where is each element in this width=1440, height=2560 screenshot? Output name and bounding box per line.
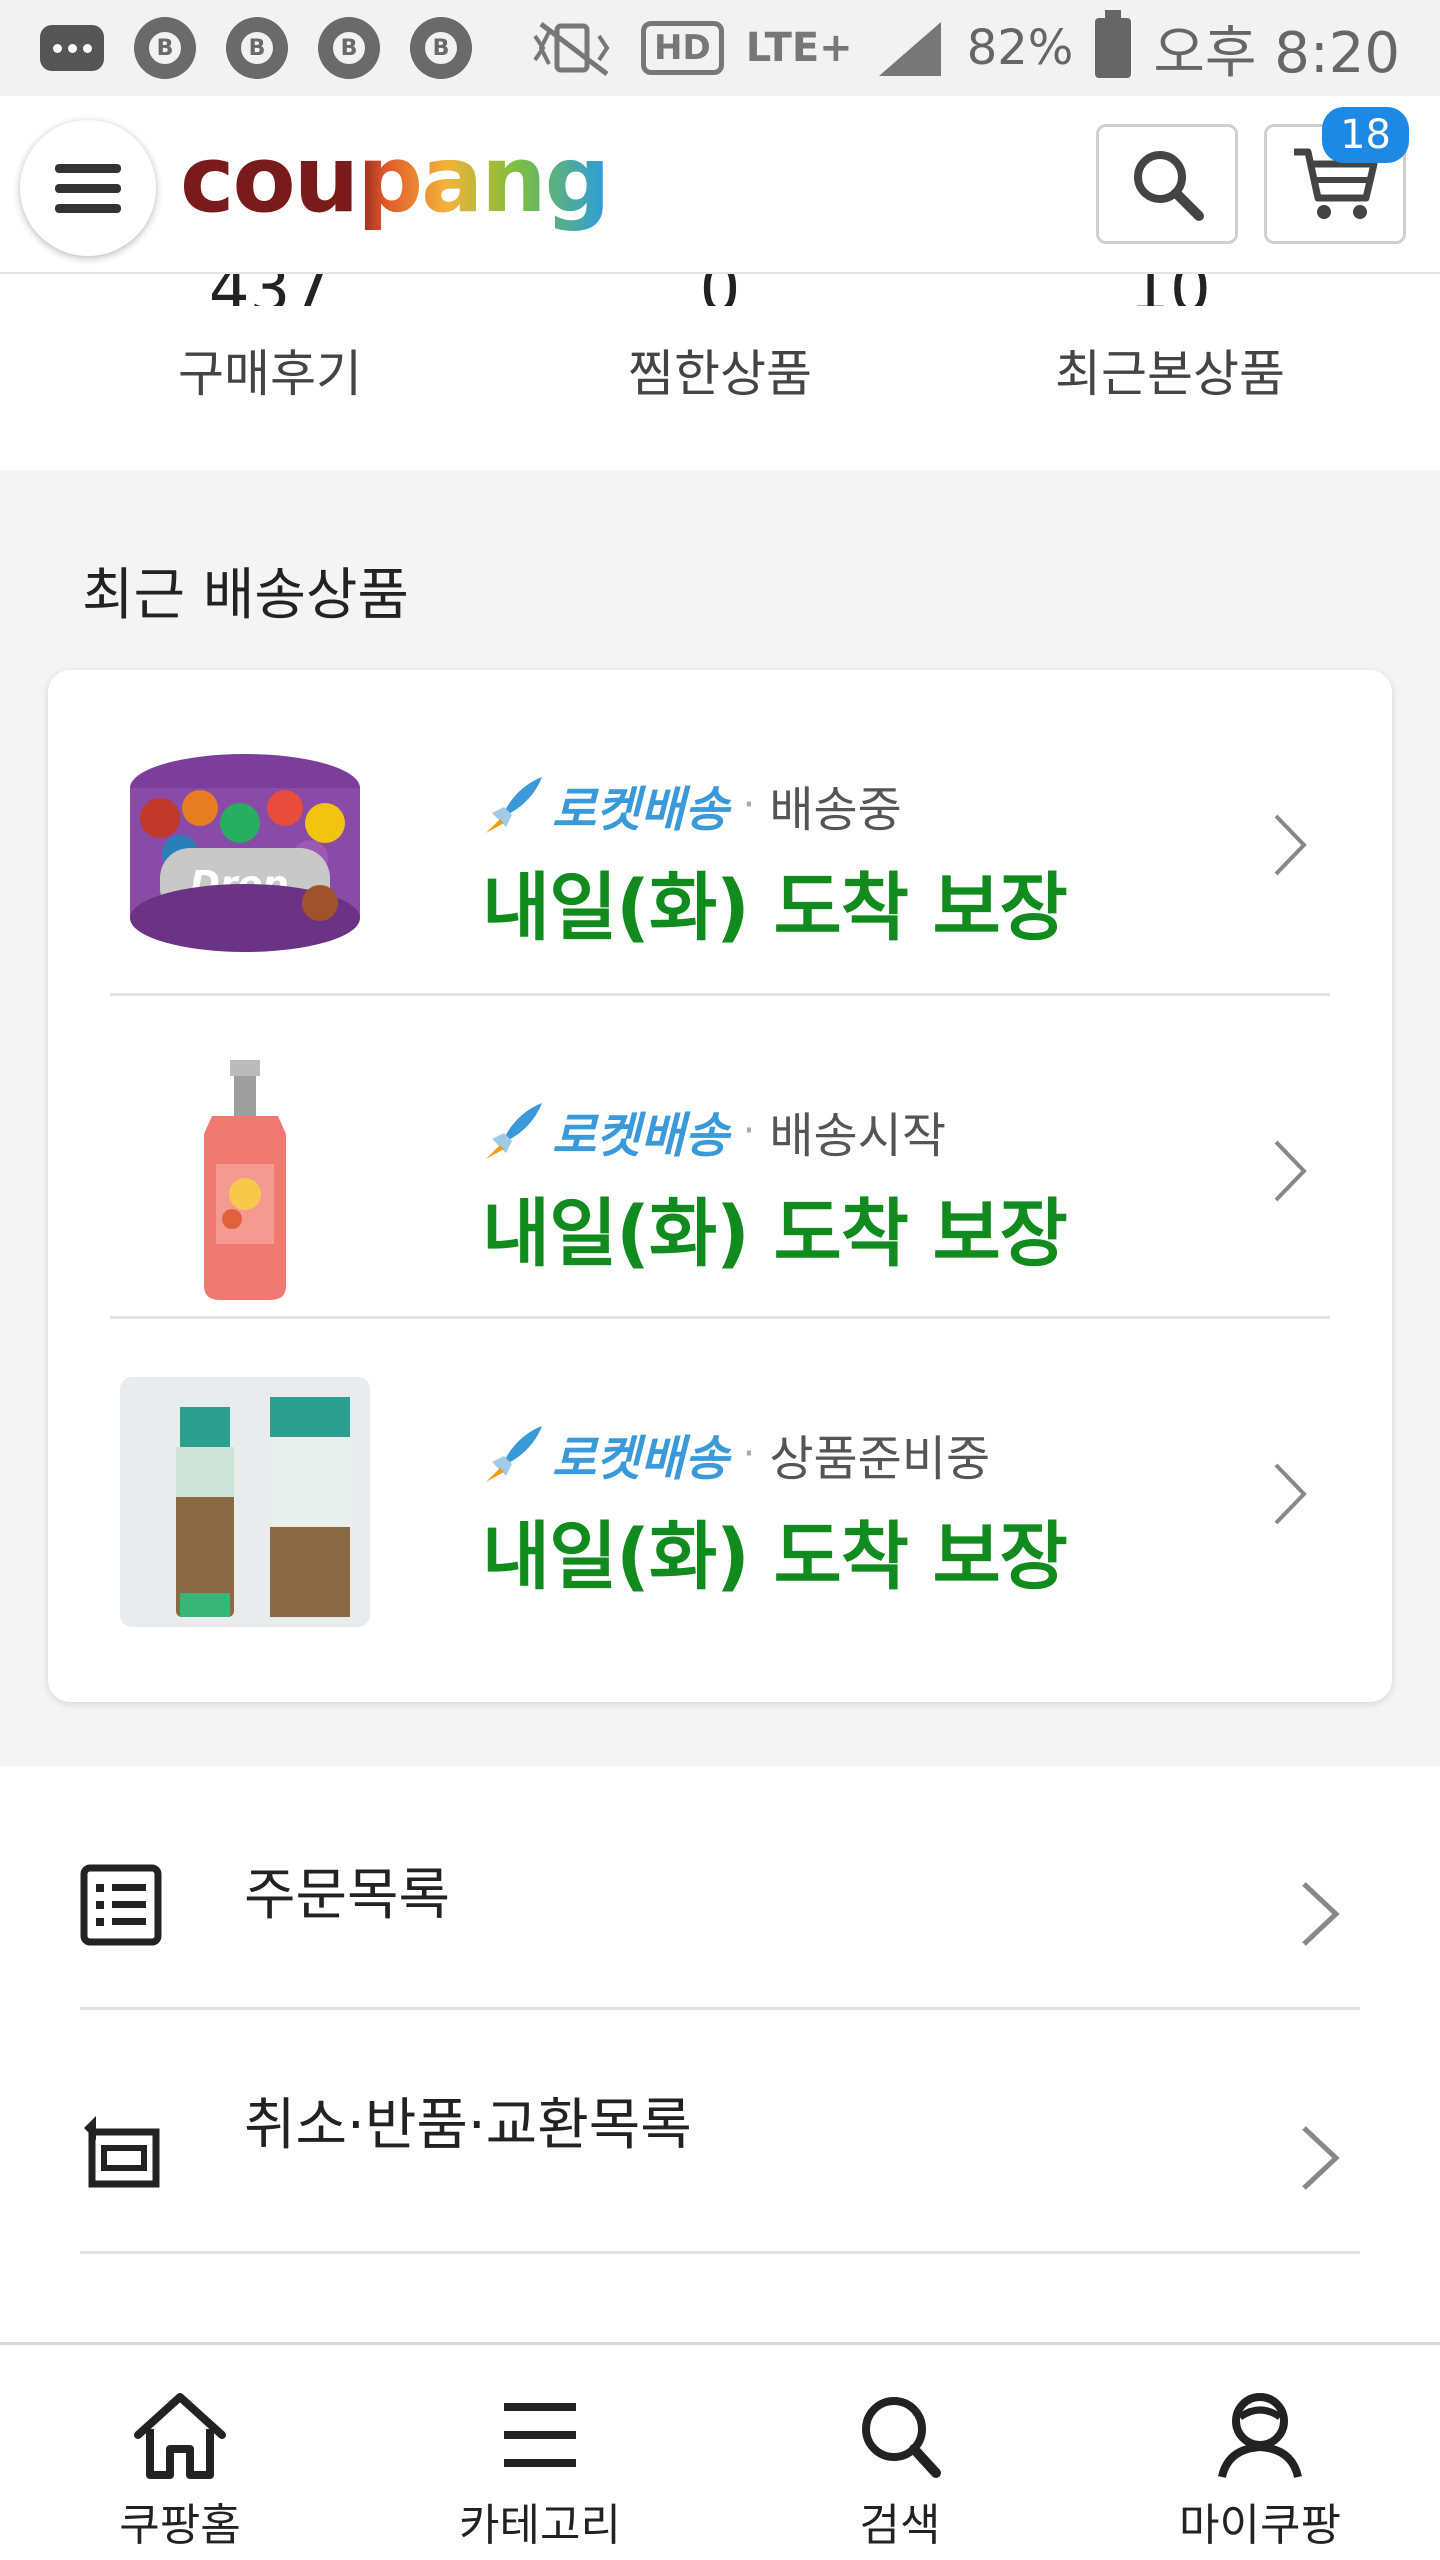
- menu-button[interactable]: [20, 120, 156, 256]
- stat-recently-viewed[interactable]: 10 최근본상품: [930, 274, 1410, 406]
- shipping-status: 배송시작: [769, 1108, 946, 1164]
- b-notification-icon: B: [410, 17, 472, 79]
- clock: 오후 8:20: [1153, 20, 1400, 86]
- rocket-icon: [486, 1103, 542, 1159]
- stat-reviews[interactable]: 437 구매후기: [30, 274, 510, 406]
- rocket-icon: [486, 1426, 542, 1482]
- hamburger-icon: [504, 2403, 576, 2467]
- nav-mycoupang[interactable]: 마이쿠팡: [1080, 2345, 1440, 2560]
- arrival-guarantee: 내일(화) 도착 보장: [482, 865, 1068, 951]
- app-header: coupang 18: [0, 96, 1440, 274]
- chevron-right-icon: [1274, 1140, 1307, 1202]
- stat-label: 찜한상품: [628, 345, 812, 403]
- coupang-logo[interactable]: coupang: [180, 134, 611, 226]
- nav-home[interactable]: 쿠팡홈: [0, 2345, 360, 2560]
- cream-tube-image: [120, 1377, 370, 1627]
- perfume-bottle-image: [120, 1054, 370, 1304]
- nav-label: 쿠팡홈: [119, 2500, 241, 2551]
- rocket-delivery-label: 로켓배송: [552, 1108, 729, 1164]
- status-bar: B B B B HD LTE+ 82% 오후 8:20: [0, 0, 1440, 96]
- b-notification-icon: B: [226, 17, 288, 79]
- search-button[interactable]: [1096, 124, 1238, 244]
- stat-label: 최근본상품: [1055, 345, 1285, 403]
- arrival-guarantee: 내일(화) 도착 보장: [482, 1514, 1068, 1600]
- stat-wishlist[interactable]: 0 찜한상품: [480, 274, 960, 406]
- b-notification-icon: B: [318, 17, 380, 79]
- stat-value: 0: [480, 274, 960, 306]
- hamburger-icon: [55, 163, 121, 173]
- b-notification-icon: B: [134, 17, 196, 79]
- list-icon: [80, 1864, 162, 1946]
- delivery-item[interactable]: 로켓배송 · 상품준비중 내일(화) 도착 보장: [110, 1316, 1330, 1639]
- shipping-status: 상품준비중: [769, 1431, 991, 1487]
- menu-item-orders[interactable]: 주문목록: [80, 1766, 1360, 2010]
- user-icon: [1218, 2393, 1302, 2479]
- home-icon: [134, 2393, 226, 2479]
- cart-count-badge: 18: [1322, 107, 1409, 163]
- stat-value: 10: [930, 274, 1410, 306]
- rocket-delivery-label: 로켓배송: [552, 1431, 729, 1487]
- nav-label: 검색: [859, 2500, 941, 2551]
- chevron-right-icon: [1302, 1882, 1340, 1946]
- activity-stats: 437 구매후기 0 찜한상품 10 최근본상품: [0, 274, 1440, 470]
- hd-voice-icon: HD: [641, 21, 724, 75]
- search-icon: [1134, 151, 1204, 221]
- battery-percent: 82%: [966, 20, 1074, 76]
- section-title: 최근 배송상품: [82, 563, 409, 628]
- return-box-icon: [84, 2116, 160, 2188]
- signal-icon: [878, 22, 941, 76]
- shipping-status: 배송중: [769, 782, 902, 838]
- chevron-right-icon: [1274, 814, 1307, 876]
- network-type: LTE+: [745, 25, 853, 71]
- delivery-status-line: 로켓배송 · 배송중: [482, 770, 902, 840]
- bottom-navigation: 쿠팡홈 카테고리 검색 마이쿠팡: [0, 2342, 1440, 2560]
- search-icon: [862, 2397, 941, 2478]
- vibrate-mute-icon: [533, 22, 610, 76]
- stat-value: 437: [30, 274, 510, 306]
- rocket-delivery-label: 로켓배송: [552, 782, 729, 838]
- delivery-status-line: 로켓배송 · 상품준비중: [482, 1419, 990, 1489]
- chevron-right-icon: [1274, 1463, 1307, 1525]
- logo-text: coupang: [180, 126, 611, 233]
- recent-delivery-section: 최근 배송상품 Drop: [0, 470, 1440, 1766]
- nav-category[interactable]: 카테고리: [360, 2345, 720, 2560]
- nav-label: 마이쿠팡: [1179, 2500, 1341, 2551]
- delivery-card: Drop 로켓배송 · 배송중 내일(화) 도착 보장: [48, 670, 1392, 1702]
- menu-item-returns[interactable]: 취소·반품·교환목록: [80, 2010, 1360, 2254]
- menu-label: 취소·반품·교환목록: [244, 2093, 692, 2158]
- candy-jar-image: Drop: [120, 728, 370, 978]
- menu-label: 주문목록: [244, 1863, 451, 1928]
- battery-icon: [1095, 10, 1132, 78]
- delivery-item[interactable]: 로켓배송 · 배송시작 내일(화) 도착 보장: [110, 993, 1330, 1316]
- nav-search[interactable]: 검색: [720, 2345, 1080, 2560]
- nav-label: 카테고리: [459, 2500, 621, 2551]
- rocket-icon: [486, 777, 542, 833]
- arrival-guarantee: 내일(화) 도착 보장: [482, 1191, 1068, 1277]
- mypage-menu: 주문목록 취소·반품·교환목록: [0, 1766, 1440, 2342]
- chevron-right-icon: [1302, 2126, 1340, 2190]
- delivery-status-line: 로켓배송 · 배송시작: [482, 1096, 946, 1166]
- chat-notification-icon: [40, 25, 104, 71]
- delivery-item[interactable]: Drop 로켓배송 · 배송중 내일(화) 도착 보장: [110, 670, 1330, 993]
- cart-button[interactable]: 18: [1264, 107, 1409, 244]
- stat-label: 구매후기: [178, 345, 362, 403]
